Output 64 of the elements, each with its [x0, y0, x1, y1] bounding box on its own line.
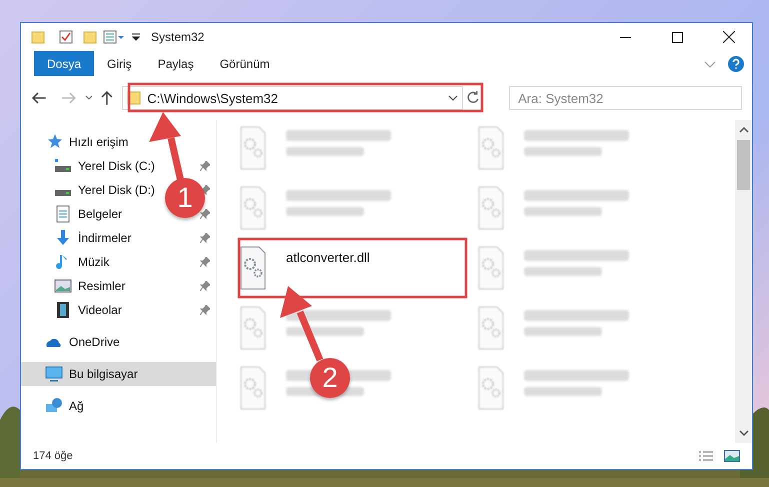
pin-icon: [200, 233, 210, 243]
dropdown-icon[interactable]: [131, 32, 141, 42]
up-icon[interactable]: [100, 90, 114, 106]
file-icon: [478, 306, 504, 350]
window-title: System32: [151, 30, 206, 44]
document-icon: [54, 205, 72, 223]
monitor-icon: [45, 365, 63, 383]
drive-icon: [54, 190, 72, 196]
navigation-item[interactable]: Ağ: [69, 399, 84, 413]
file-icon: [478, 246, 504, 290]
navigation-item[interactable]: Hızlı erişim: [69, 135, 128, 149]
download-icon: [54, 229, 72, 247]
close-icon: [723, 31, 735, 43]
scroll-down-icon[interactable]: [739, 429, 749, 437]
scroll-up-icon[interactable]: [739, 126, 749, 134]
navigation-item[interactable]: Belgeler: [78, 207, 122, 221]
maximize-icon: [672, 32, 682, 42]
navigation-item[interactable]: OneDrive: [69, 335, 120, 349]
back-icon[interactable]: [31, 91, 47, 105]
scrollbar[interactable]: [735, 120, 752, 443]
file-icon: [478, 126, 504, 170]
ribbon-tab[interactable]: Paylaş: [144, 51, 207, 76]
drive-icon: [54, 159, 72, 173]
pin-icon: [200, 305, 210, 315]
pin-icon: [200, 257, 210, 267]
file-icon: [478, 366, 504, 410]
file-icon: [240, 366, 266, 410]
file-icon: [240, 246, 266, 290]
pin-icon: [200, 209, 210, 219]
navigation-item[interactable]: Resimler: [78, 279, 126, 293]
recent-icon[interactable]: [84, 94, 92, 102]
network-icon: [45, 397, 63, 415]
ribbon-tab[interactable]: Dosya: [34, 51, 94, 76]
navigation-item[interactable]: Müzik: [78, 255, 110, 269]
pictures-icon: [54, 277, 72, 295]
navigation-item[interactable]: Yerel Disk (C:): [78, 159, 155, 173]
pin-icon: [200, 185, 210, 195]
address-bar[interactable]: C:\Windows\System32: [122, 86, 464, 110]
details-view-icon[interactable]: [698, 450, 714, 462]
help-icon[interactable]: [728, 56, 744, 72]
item-count: 174 öğe: [33, 450, 74, 462]
pin-icon: [200, 281, 210, 291]
file-icon: [240, 306, 266, 350]
scroll-thumb[interactable]: [737, 140, 750, 190]
address-text: C:\Windows\System32: [147, 90, 279, 106]
navigation-item[interactable]: Videolar: [78, 303, 122, 317]
file-name[interactable]: atlconverter.dll: [286, 250, 370, 265]
pin-icon: [200, 161, 210, 171]
navigation-item[interactable]: Bu bilgisayar: [69, 367, 138, 381]
film-icon: [54, 301, 72, 319]
view-menu-icon[interactable]: [103, 30, 125, 44]
navigation-item[interactable]: Yerel Disk (D:): [78, 183, 155, 197]
ribbon-tab[interactable]: Giriş: [94, 51, 145, 76]
file-icon: [240, 186, 266, 230]
tiles-view-icon[interactable]: [724, 450, 740, 462]
navigation-item[interactable]: İndirmeler: [78, 231, 132, 245]
search-field[interactable]: Ara: System32: [509, 86, 742, 110]
refresh-icon[interactable]: [465, 90, 482, 106]
minimize-icon: [620, 36, 630, 38]
file-icon: [478, 186, 504, 230]
dropdown-icon[interactable]: [448, 93, 458, 103]
file-icon: [240, 126, 266, 170]
properties-icon[interactable]: [59, 30, 73, 44]
ribbon-tab[interactable]: Görünüm: [206, 51, 283, 76]
